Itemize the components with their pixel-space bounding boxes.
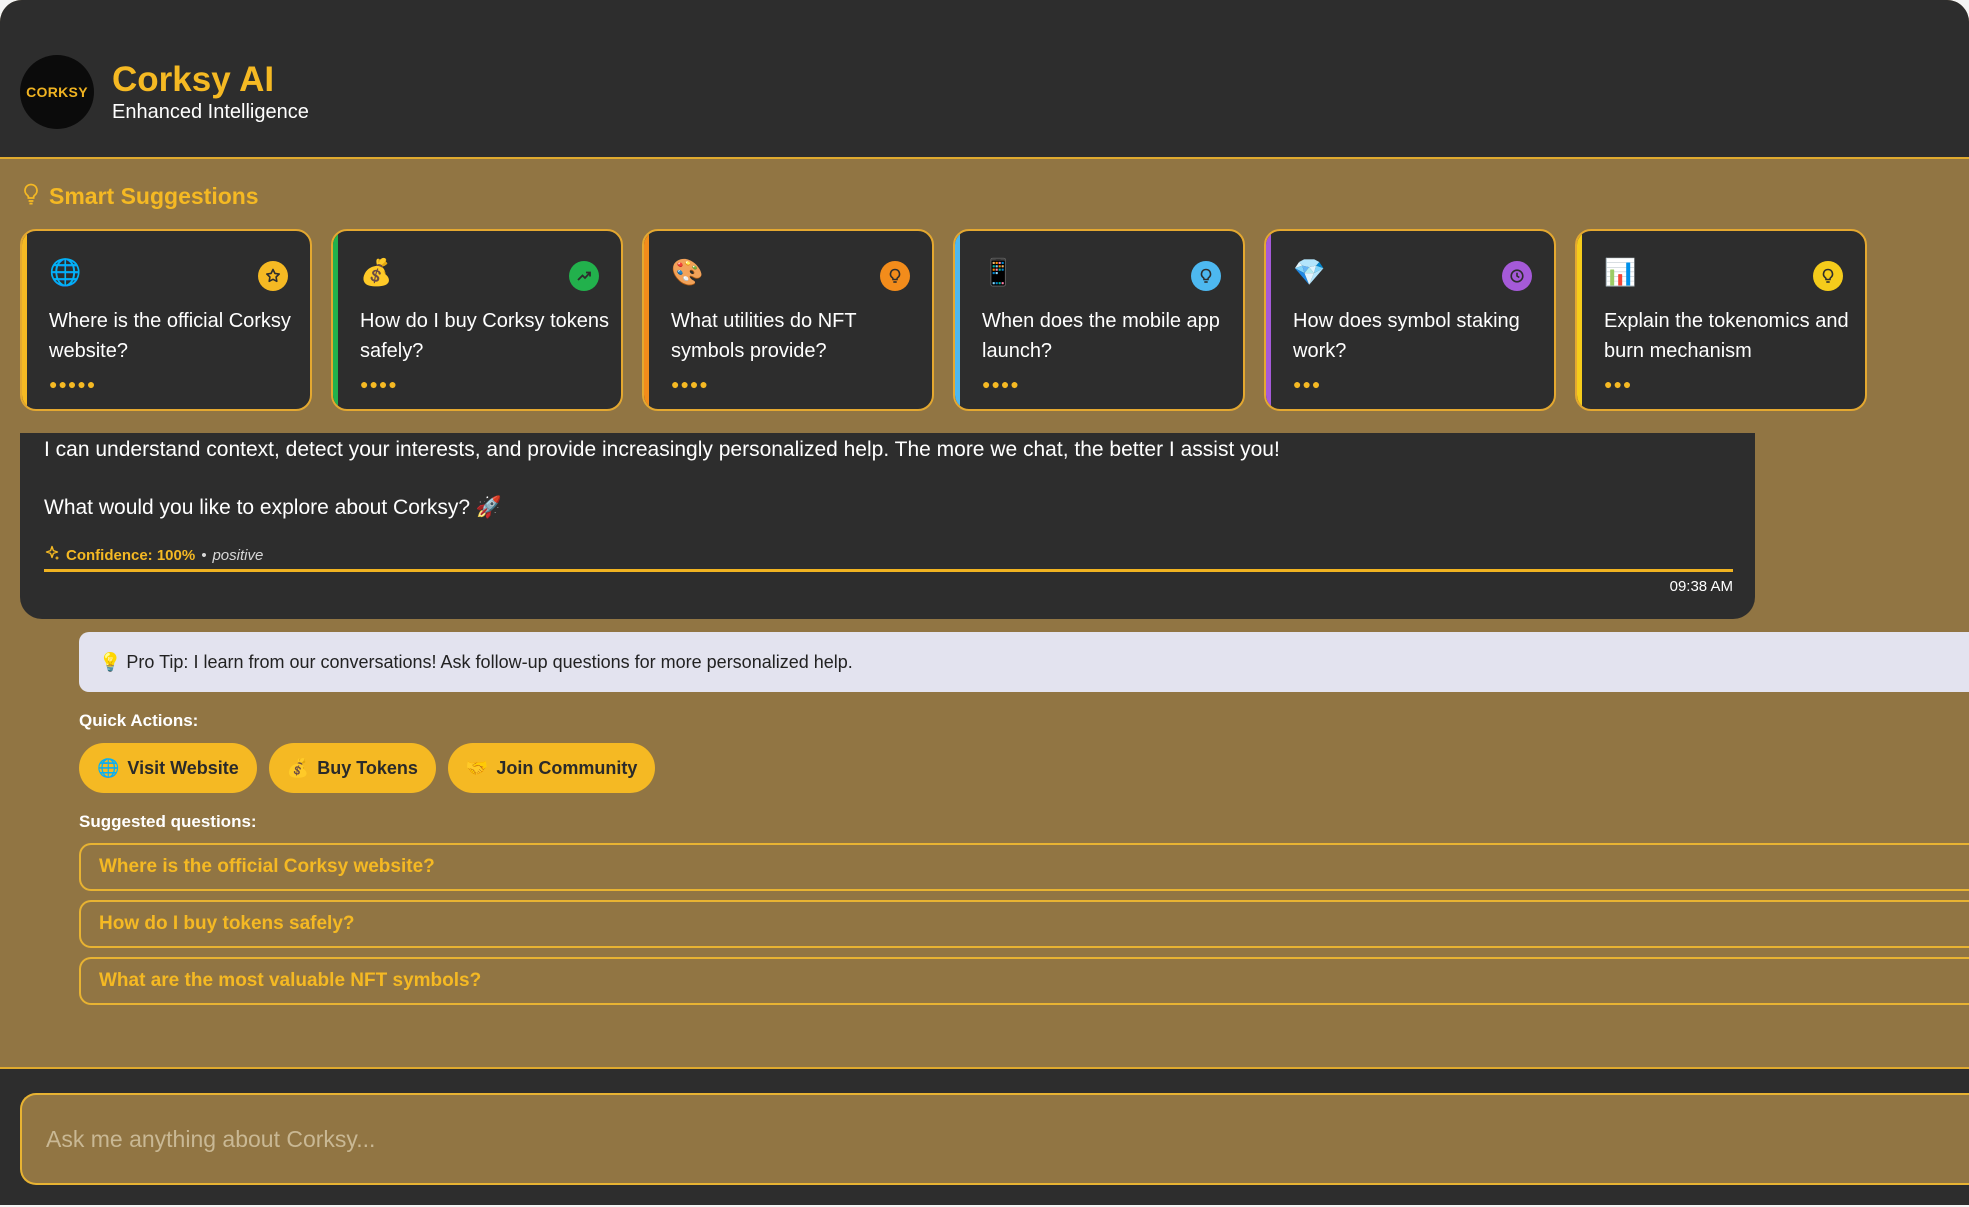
- chat-input[interactable]: [20, 1093, 1969, 1185]
- sparkle-icon: [44, 545, 60, 565]
- quick-actions: 🌐 Visit Website 💰 Buy Tokens 🤝 Join Comm…: [79, 743, 656, 793]
- card-relevance-dots: ●●●: [1293, 376, 1322, 392]
- card-accent-bar: [333, 231, 338, 409]
- money-bag-icon: 💰: [360, 257, 393, 287]
- join-community-button[interactable]: 🤝 Join Community: [447, 743, 656, 793]
- app-title: Corksy AI: [112, 60, 275, 99]
- message-text: I can understand context, detect your in…: [44, 438, 1280, 461]
- button-label: Visit Website: [127, 757, 239, 778]
- pro-tip-text: 💡 Pro Tip: I learn from our conversation…: [99, 651, 853, 672]
- smart-suggestions-header: Smart Suggestions: [23, 183, 259, 210]
- chat-input-area: [0, 1067, 1969, 1205]
- quick-actions-label: Quick Actions:: [79, 711, 199, 730]
- suggested-question[interactable]: How do I buy tokens safely?: [79, 900, 1969, 948]
- card-relevance-dots: ●●●●: [982, 376, 1020, 392]
- logo: CORKSY: [20, 55, 94, 129]
- card-accent-bar: [644, 231, 649, 409]
- trending-up-icon: [569, 261, 599, 291]
- mobile-phone-icon: 📱: [982, 257, 1015, 287]
- button-label: Buy Tokens: [317, 757, 418, 778]
- card-text: Where is the official Corksy website?: [49, 310, 291, 362]
- lightbulb-icon: [23, 183, 39, 210]
- card-accent-bar: [22, 231, 27, 409]
- handshake-icon: 🤝: [465, 757, 489, 778]
- lightbulb-icon: [1191, 261, 1221, 291]
- suggestion-card-nft-utilities[interactable]: 🎨 What utilities do NFT symbols provide?…: [642, 229, 934, 411]
- card-relevance-dots: ●●●●: [671, 376, 709, 392]
- card-relevance-dots: ●●●●: [360, 376, 398, 392]
- app-window: CORKSY Corksy AI Enhanced Intelligence S…: [0, 0, 1969, 1205]
- confidence-score: Confidence: 100%: [66, 546, 196, 564]
- card-accent-bar: [1577, 231, 1582, 409]
- app-subtitle: Enhanced Intelligence: [112, 101, 309, 123]
- confidence-indicator: Confidence: 100% • positive: [44, 545, 263, 565]
- message-timestamp: 09:38 AM: [1669, 578, 1733, 595]
- buy-tokens-button[interactable]: 💰 Buy Tokens: [268, 743, 436, 793]
- bar-chart-icon: 📊: [1604, 257, 1637, 287]
- card-text: Explain the tokenomics and burn mechanis…: [1604, 310, 1849, 362]
- pro-tip-banner: 💡 Pro Tip: I learn from our conversation…: [79, 632, 1969, 692]
- assistant-message: I can understand context, detect your in…: [20, 433, 1755, 619]
- money-bag-icon: 💰: [286, 757, 310, 778]
- suggested-questions-label: Suggested questions:: [79, 812, 257, 831]
- star-icon: [258, 261, 288, 291]
- gem-icon: 💎: [1293, 257, 1326, 287]
- globe-icon: 🌐: [49, 257, 82, 287]
- card-relevance-dots: ●●●●●: [49, 376, 97, 392]
- sentiment-label: positive: [212, 546, 264, 564]
- card-accent-bar: [1266, 231, 1271, 409]
- globe-icon: 🌐: [97, 757, 120, 778]
- suggested-question[interactable]: Where is the official Corksy website?: [79, 843, 1969, 891]
- card-text: When does the mobile app launch?: [982, 310, 1220, 362]
- logo-text: CORKSY: [26, 84, 88, 100]
- message-question: What would you like to explore about Cor…: [44, 496, 503, 519]
- sentiment-separator: •: [201, 546, 207, 564]
- lightbulb-icon: [1813, 261, 1843, 291]
- lightbulb-icon: [880, 261, 910, 291]
- palette-icon: 🎨: [671, 257, 704, 287]
- suggestion-card-buy-tokens[interactable]: 💰 How do I buy Corksy tokens safely? ●●●…: [331, 229, 623, 411]
- confidence-bar: [44, 569, 1733, 572]
- suggested-question[interactable]: What are the most valuable NFT symbols?: [79, 957, 1969, 1005]
- smart-suggestions-title: Smart Suggestions: [49, 183, 259, 209]
- suggestion-card-tokenomics[interactable]: 📊 Explain the tokenomics and burn mechan…: [1575, 229, 1867, 411]
- suggestion-card-staking[interactable]: 💎 How does symbol staking work? ●●●: [1264, 229, 1556, 411]
- card-text: How does symbol staking work?: [1293, 310, 1520, 362]
- suggestion-card-mobile-app[interactable]: 📱 When does the mobile app launch? ●●●●: [953, 229, 1245, 411]
- suggestion-card-website[interactable]: 🌐 Where is the official Corksy website? …: [20, 229, 312, 411]
- card-relevance-dots: ●●●: [1604, 376, 1633, 392]
- clock-icon: [1502, 261, 1532, 291]
- button-label: Join Community: [496, 757, 638, 778]
- visit-website-button[interactable]: 🌐 Visit Website: [79, 743, 257, 793]
- card-text: How do I buy Corksy tokens safely?: [360, 310, 609, 362]
- header: CORKSY Corksy AI Enhanced Intelligence: [0, 0, 1969, 159]
- card-text: What utilities do NFT symbols provide?: [671, 310, 857, 362]
- card-accent-bar: [955, 231, 960, 409]
